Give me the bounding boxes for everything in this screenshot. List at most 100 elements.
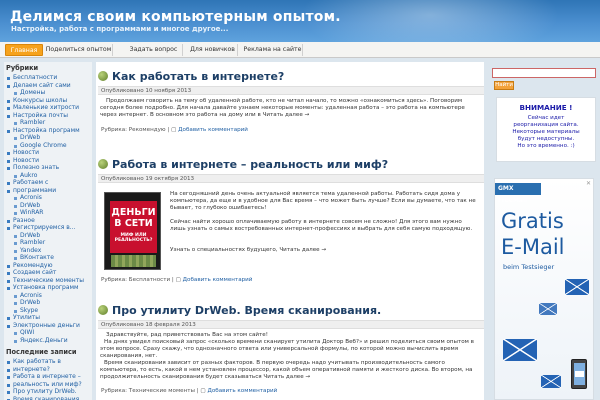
- sidebar-rubric-item[interactable]: WinRAR: [4, 209, 92, 217]
- sidebar-rubric-item[interactable]: Google Chrome: [4, 142, 92, 150]
- post-bullet-icon: [98, 305, 108, 315]
- sidebar-rubric-item[interactable]: Технические моменты: [4, 277, 92, 285]
- sidebar-rubric-item[interactable]: Конкурсы школы: [4, 97, 92, 105]
- site-title[interactable]: Делимся своим компьютерным опытом.: [10, 9, 341, 25]
- sidebar-rubric-item[interactable]: Утилиты: [4, 314, 92, 322]
- main-content: Как работать в интернете? Опубликовано 1…: [96, 62, 484, 400]
- post-line: [170, 233, 476, 240]
- ad-headline-2: E-Mail: [501, 235, 565, 259]
- sidebar-rubric-item[interactable]: Работаем с: [4, 179, 92, 187]
- sidebar-rubric-item[interactable]: Создаем сайт: [4, 269, 92, 277]
- post-line: компьютера, да еще и в удобное для Вас в…: [170, 198, 476, 204]
- post-line: На днях увидел поисковый запрос «сколько…: [104, 339, 474, 345]
- sidebar-rubric-item[interactable]: Маленькие хитрости: [4, 104, 92, 112]
- add-comment-link[interactable]: Добавить комментарий: [183, 277, 253, 283]
- notice-title: ВНИМАНИЕ !: [519, 103, 573, 112]
- sidebar-rubric-item[interactable]: программами: [4, 187, 92, 195]
- recent-post-item[interactable]: Как работать в: [4, 358, 92, 366]
- sidebar-rubric-item[interactable]: Новости: [4, 149, 92, 157]
- recent-post-item[interactable]: Время сканирования.: [4, 396, 92, 400]
- nav-home[interactable]: Главная: [5, 44, 43, 56]
- notice-line: будут недоступны.: [517, 136, 575, 142]
- ad-brand: GMX FreeMail: [495, 183, 541, 204]
- notice-line: Сейчас идет: [527, 115, 565, 121]
- post-meta: Опубликовано 10 ноября 2013: [98, 86, 484, 95]
- gmx-ad-banner[interactable]: GMX FreeMail ✕ Gratis E-Mail beim Testsi…: [494, 178, 594, 400]
- ad-close-icon[interactable]: ✕: [586, 180, 591, 187]
- sidebar-rubric-item[interactable]: Электронные деньги: [4, 322, 92, 330]
- sidebar-rubric-item[interactable]: Yandex: [4, 247, 92, 255]
- post-bullet-icon: [98, 159, 108, 169]
- post-title[interactable]: Работа в интернете – реальность или миф?: [98, 158, 388, 171]
- add-comment-link[interactable]: Добавить комментарий: [207, 388, 277, 394]
- sidebar-rubric-item[interactable]: Делаем сайт сами: [4, 82, 92, 90]
- phone-icon: [571, 359, 587, 389]
- post-footer: Рубрика: Технические моменты | ▢ Добавит…: [101, 388, 278, 394]
- nav-ask-question[interactable]: Задать вопрос: [125, 44, 183, 56]
- comment-icon: ▢: [200, 388, 206, 394]
- book-cover-image[interactable]: ДЕНЬГИ В СЕТИ МИФ ИЛИ РЕАЛЬНОСТЬ?: [104, 192, 161, 270]
- sidebar-rubric-item[interactable]: Полезно знать: [4, 164, 92, 172]
- post-rubric[interactable]: Рубрика: Рекомендую: [101, 127, 166, 133]
- sidebar-rubric-item[interactable]: DrWeb: [4, 232, 92, 240]
- book-title-band: ДЕНЬГИ В СЕТИ МИФ ИЛИ РЕАЛЬНОСТЬ?: [110, 201, 157, 253]
- sidebar-rubric-item[interactable]: Регистрируемся в...: [4, 224, 92, 232]
- sidebar-rubric-item[interactable]: Рекомендую: [4, 262, 92, 270]
- post-bullet-icon: [98, 71, 108, 81]
- post-title[interactable]: Как работать в интернете?: [98, 70, 284, 83]
- post-line: бывает, то глубоко ошибаетесь!: [170, 205, 267, 211]
- recent-post-item[interactable]: Работа в интернете –: [4, 373, 92, 381]
- post-line: Время сканирования зависит от разных фак…: [104, 360, 445, 366]
- post-line: этом вопросе. Сразу скажу, что однозначн…: [100, 346, 459, 352]
- search-button[interactable]: Найти: [494, 81, 514, 90]
- sidebar-rubric-item[interactable]: Rambler: [4, 239, 92, 247]
- sidebar-rubric-item[interactable]: Новости: [4, 157, 92, 165]
- post-excerpt: Продолжаем говорить на тему об удаленной…: [100, 98, 465, 119]
- recent-post-item[interactable]: интернете?: [4, 366, 92, 374]
- sidebar-rubric-item[interactable]: Acronis: [4, 194, 92, 202]
- recent-post-item[interactable]: Про утилиту DrWeb.: [4, 388, 92, 396]
- sidebar-rubric-item[interactable]: Установка программ: [4, 284, 92, 292]
- nav-for-beginners[interactable]: Для новичков: [188, 44, 238, 56]
- sidebar-rubric-item[interactable]: Яндекс.Деньги: [4, 337, 92, 345]
- sidebar-rubric-item[interactable]: Aukro: [4, 172, 92, 180]
- post-meta: Опубликовано 18 февраля 2013: [98, 320, 484, 329]
- search-input[interactable]: [492, 68, 596, 78]
- nav-advertising[interactable]: Реклама на сайте: [243, 44, 303, 56]
- book-title-line: В СЕТИ: [114, 218, 153, 229]
- recent-posts-list: Как работать в интернете? Работа в интерне…: [4, 358, 92, 400]
- sidebar-rubric-item[interactable]: Acronis: [4, 292, 92, 300]
- sidebar-rubric-item[interactable]: Настройка программ: [4, 127, 92, 135]
- site-header: Делимся своим компьютерным опытом. Настр…: [0, 0, 600, 42]
- ad-headline-1: Gratis: [501, 209, 564, 233]
- sidebar-rubric-item[interactable]: Бесплатности: [4, 74, 92, 82]
- sidebar-rubric-item[interactable]: QIWI: [4, 329, 92, 337]
- post-title[interactable]: Про утилиту DrWeb. Время сканирования.: [98, 304, 381, 317]
- comment-icon: ▢: [175, 277, 181, 283]
- envelope-icon: [565, 279, 589, 295]
- sidebar-rubric-item[interactable]: Разное: [4, 217, 92, 225]
- sidebar-rubric-item[interactable]: DrWeb: [4, 202, 92, 210]
- sidebar-rubric-item[interactable]: Настройка почты: [4, 112, 92, 120]
- post-line: компьютера, то есть, какой в нем установ…: [100, 367, 473, 373]
- left-sidebar: Рубрики Бесплатности Делаем сайт сами Доме…: [4, 62, 92, 400]
- post-meta: Опубликовано 19 октября 2013: [98, 174, 484, 183]
- post-rubric[interactable]: Рубрика: Бесплатности: [101, 277, 170, 283]
- site-description: Настройка, работа с программами и многое…: [11, 25, 229, 33]
- sidebar-rubric-item[interactable]: Skype: [4, 307, 92, 315]
- sidebar-rubric-item[interactable]: Rambler: [4, 119, 92, 127]
- sidebar-rubric-item[interactable]: DrWeb: [4, 299, 92, 307]
- post-footer: Рубрика: Бесплатности | ▢ Добавить комме…: [101, 277, 253, 283]
- post-footer: Рубрика: Рекомендую | ▢ Добавить коммент…: [101, 127, 248, 133]
- post-line: [170, 212, 476, 219]
- post-line: [170, 240, 476, 247]
- sidebar-rubric-item[interactable]: ВКонтакте: [4, 254, 92, 262]
- sidebar-rubric-item[interactable]: DrWeb: [4, 134, 92, 142]
- nav-share-experience[interactable]: Поделиться опытом: [45, 44, 113, 56]
- post-rubric[interactable]: Рубрика: Технические моменты: [101, 388, 195, 394]
- rubric-list: Бесплатности Делаем сайт сами Домены Конкур…: [4, 74, 92, 344]
- post: Про утилиту DrWeb. Время сканирования. О…: [96, 302, 484, 400]
- add-comment-link[interactable]: Добавить комментарий: [178, 127, 248, 133]
- recent-post-item[interactable]: реальность или миф?: [4, 381, 92, 389]
- sidebar-rubric-item[interactable]: Домены: [4, 89, 92, 97]
